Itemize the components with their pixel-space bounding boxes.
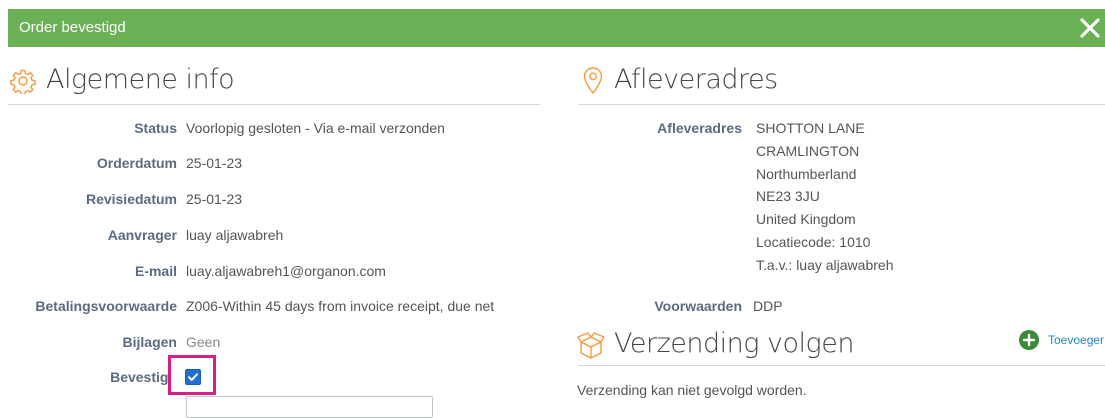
label-bijlagen: Bijlagen (122, 334, 177, 350)
dialog-header: Order bevestigd (8, 9, 1105, 47)
label-email: E-mail (134, 263, 177, 279)
plus-icon (1019, 330, 1039, 350)
label-betalingsvoorwaarde: Betalingsvoorwaarde (35, 298, 177, 314)
address-line: Northumberland (756, 166, 857, 182)
gear-icon (10, 68, 36, 99)
address-line: CRAMLINGTON (756, 143, 860, 159)
divider (578, 365, 1105, 366)
add-tracking-label: Toevoeger (1048, 333, 1105, 347)
value-betalingsvoorwaarde: Z006-Within 45 days from invoice receipt… (186, 298, 495, 314)
section-title-general: Algemene info (46, 64, 235, 95)
label-bevestigd: Bevestigd (110, 369, 177, 385)
label-aanvrager: Aanvrager (107, 227, 177, 243)
label-voorwaarden: Voorwaarden (654, 298, 742, 314)
label-afleveradres: Afleveradres (657, 120, 742, 136)
label-status: Status (134, 120, 177, 136)
label-orderdatum: Orderdatum (96, 155, 177, 171)
section-title-delivery: Afleveradres (614, 64, 778, 95)
bevestigd-checkbox-highlight (168, 355, 216, 395)
value-email: luay.aljawabreh1@organon.com (186, 263, 386, 279)
divider (578, 104, 1105, 105)
divider (8, 104, 540, 105)
section-title-shipping: Verzending volgen (614, 328, 854, 359)
bevestigd-checkbox[interactable] (185, 369, 201, 385)
value-revisiedatum: 25-01-23 (186, 191, 243, 207)
shipping-message: Verzending kan niet gevolgd worden. (577, 382, 807, 398)
label-revisiedatum: Revisiedatum (85, 191, 177, 207)
value-voorwaarden: DDP (753, 298, 783, 314)
address-line: NE23 3JU (756, 188, 820, 204)
value-aanvrager: luay aljawabreh (186, 227, 284, 243)
text-input[interactable] (186, 396, 433, 418)
dialog-title: Order bevestigd (19, 19, 126, 36)
location-pin-icon (582, 66, 604, 101)
package-icon (576, 331, 606, 364)
address-line: United Kingdom (756, 211, 856, 227)
value-orderdatum: 25-01-23 (186, 155, 243, 171)
close-icon[interactable] (1075, 13, 1105, 43)
value-bijlagen: Geen (186, 334, 221, 350)
address-line: Locatiecode: 1010 (756, 234, 871, 250)
value-status: Voorlopig gesloten - Via e-mail verzonde… (186, 120, 445, 136)
address-line: T.a.v.: luay aljawabreh (756, 257, 894, 273)
address-line: SHOTTON LANE (756, 120, 865, 136)
